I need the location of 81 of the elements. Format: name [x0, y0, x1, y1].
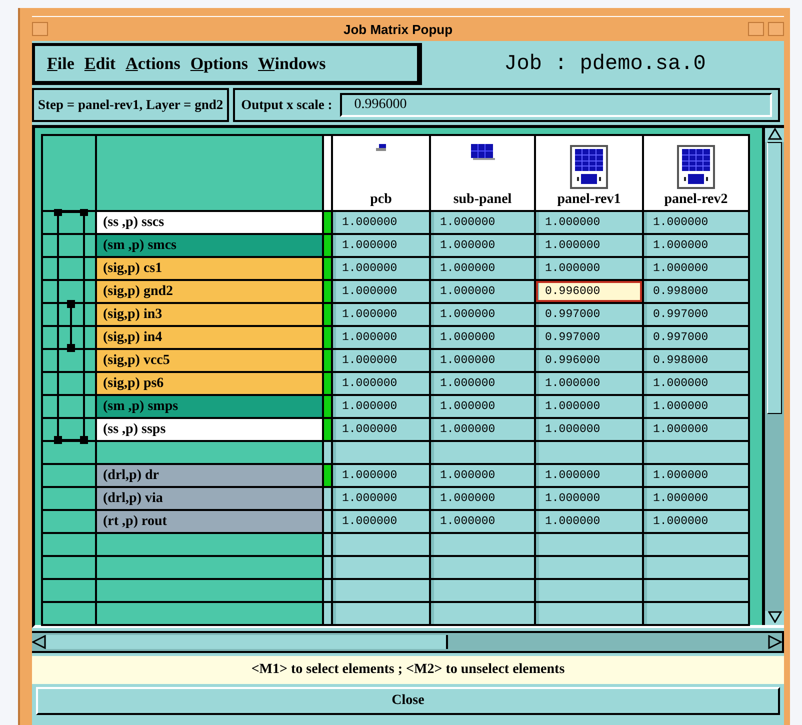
scale-cell[interactable]: 1.000000: [431, 419, 534, 440]
scale-cell[interactable]: 1.000000: [536, 373, 642, 394]
scale-cell[interactable]: 1.000000: [431, 373, 534, 394]
scale-cell[interactable]: 1.000000: [431, 488, 534, 509]
scale-cell[interactable]: 1.000000: [431, 511, 534, 532]
close-button[interactable]: Close: [36, 687, 780, 715]
scale-cell[interactable]: 0.998000: [644, 281, 748, 302]
window-title: Job Matrix Popup: [342, 22, 454, 36]
scale-cell[interactable]: 1.000000: [644, 465, 748, 486]
scale-cell[interactable]: 1.000000: [333, 511, 429, 532]
scale-cell[interactable]: 1.000000: [333, 258, 429, 279]
scale-cell[interactable]: 1.000000: [333, 373, 429, 394]
scale-cell[interactable]: 1.000000: [431, 212, 534, 233]
layer-name[interactable]: (ss ,p) sscs: [97, 212, 322, 233]
scale-cell[interactable]: 1.000000: [431, 304, 534, 325]
scale-cell[interactable]: 1.000000: [431, 258, 534, 279]
scale-cell[interactable]: 1.000000: [431, 327, 534, 348]
scale-cell[interactable]: 1.000000: [644, 396, 748, 417]
step-header[interactable]: pcb: [333, 136, 429, 210]
step-header[interactable]: panel-rev2: [644, 136, 748, 210]
scale-cell[interactable]: 1.000000: [536, 511, 642, 532]
scale-cell[interactable]: 1.000000: [431, 235, 534, 256]
layer-name[interactable]: (sig,p) in3: [97, 304, 322, 325]
scale-cell[interactable]: 0.996000: [536, 281, 642, 302]
scale-label: Output x scale :: [241, 97, 332, 113]
scale-cell[interactable]: 1.000000: [644, 373, 748, 394]
layer-name[interactable]: (rt ,p) rout: [97, 511, 322, 532]
scale-cell[interactable]: 1.000000: [644, 258, 748, 279]
layer-name[interactable]: (drl,p) via: [97, 488, 322, 509]
layer-name[interactable]: (drl,p) dr: [97, 465, 322, 486]
scale-cell[interactable]: 1.000000: [431, 281, 534, 302]
layer-name[interactable]: (sig,p) in4: [97, 327, 322, 348]
scale-cell[interactable]: 1.000000: [333, 396, 429, 417]
scale-cell[interactable]: 1.000000: [644, 488, 748, 509]
scale-cell[interactable]: 1.000000: [333, 488, 429, 509]
scale-cell[interactable]: 1.000000: [536, 465, 642, 486]
layer-name[interactable]: (sig,p) cs1: [97, 258, 322, 279]
scale-cell[interactable]: 0.997000: [536, 304, 642, 325]
layer-name[interactable]: (sm ,p) smps: [97, 396, 322, 417]
menu-item[interactable]: Options: [190, 54, 248, 74]
scale-cell[interactable]: 1.000000: [536, 396, 642, 417]
scale-cell[interactable]: 1.000000: [644, 235, 748, 256]
layer-name[interactable]: (ss ,p) ssps: [97, 419, 322, 440]
scale-cell[interactable]: 1.000000: [536, 212, 642, 233]
scale-cell[interactable]: 1.000000: [536, 488, 642, 509]
scale-input-field[interactable]: 0.996000: [340, 93, 772, 117]
menu-item[interactable]: Actions: [126, 54, 180, 74]
menu-item[interactable]: Windows: [258, 54, 326, 74]
scale-cell[interactable]: 1.000000: [644, 419, 748, 440]
scale-cell[interactable]: 1.000000: [536, 419, 642, 440]
layer-name[interactable]: (sig,p) ps6: [97, 373, 322, 394]
layer-name[interactable]: (sig,p) vcc5: [97, 350, 322, 371]
scale-cell[interactable]: 0.998000: [644, 350, 748, 371]
scale-cell[interactable]: 1.000000: [431, 396, 534, 417]
layer-name[interactable]: (sm ,p) smcs: [97, 235, 322, 256]
scale-cell[interactable]: 1.000000: [333, 212, 429, 233]
step-layer-label: Step = panel-rev1, Layer = gnd2: [32, 88, 230, 122]
scale-cell[interactable]: 1.000000: [644, 212, 748, 233]
scale-cell[interactable]: 0.996000: [536, 350, 642, 371]
step-header[interactable]: panel-rev1: [536, 136, 642, 210]
scale-cell[interactable]: 1.000000: [333, 235, 429, 256]
scale-cell[interactable]: 1.000000: [333, 419, 429, 440]
scale-cell[interactable]: 1.000000: [333, 350, 429, 371]
status-message: <M1> to select elements ; <M2> to unselect elements: [32, 656, 784, 684]
job-title: Job : pdemo.sa.0: [503, 52, 707, 78]
step-header[interactable]: sub-panel: [431, 136, 534, 210]
scale-cell[interactable]: 0.997000: [644, 327, 748, 348]
scale-cell[interactable]: 1.000000: [333, 465, 429, 486]
scale-cell[interactable]: 1.000000: [333, 281, 429, 302]
scale-cell[interactable]: 1.000000: [431, 465, 534, 486]
menu-item[interactable]: File: [47, 54, 74, 74]
scale-cell[interactable]: 1.000000: [536, 235, 642, 256]
menu-item[interactable]: Edit: [84, 54, 116, 74]
scale-cell[interactable]: 1.000000: [536, 258, 642, 279]
layer-name[interactable]: (sig,p) gnd2: [97, 281, 322, 302]
scale-cell[interactable]: 1.000000: [431, 350, 534, 371]
scale-cell[interactable]: 1.000000: [644, 511, 748, 532]
scale-cell[interactable]: 0.997000: [536, 327, 642, 348]
scale-cell[interactable]: 1.000000: [333, 327, 429, 348]
scale-cell[interactable]: 1.000000: [333, 304, 429, 325]
scale-cell[interactable]: 0.997000: [644, 304, 748, 325]
